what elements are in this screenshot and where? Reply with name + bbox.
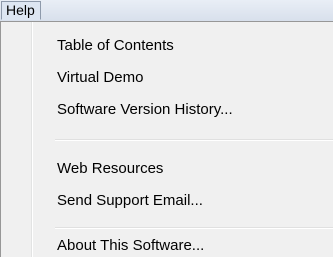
gutter-divider-highlight (32, 22, 33, 257)
menu-separator (55, 139, 333, 141)
menu-item-virtual-demo[interactable]: Virtual Demo (35, 65, 331, 91)
menu-item-web-resources[interactable]: Web Resources (35, 156, 331, 182)
icon-gutter (1, 22, 31, 257)
menu-item-table-of-contents[interactable]: Table of Contents (35, 33, 331, 59)
help-menu-button[interactable]: Help (1, 1, 41, 20)
menu-bar: Help (0, 0, 333, 22)
menu-item-send-support-email[interactable]: Send Support Email... (35, 188, 331, 214)
help-dropdown-menu: Table of Contents Virtual Demo Software … (0, 21, 333, 257)
menu-item-about-this-software[interactable]: About This Software... (35, 233, 331, 259)
menu-item-software-version-history[interactable]: Software Version History... (35, 97, 331, 123)
menu-separator (55, 227, 333, 229)
